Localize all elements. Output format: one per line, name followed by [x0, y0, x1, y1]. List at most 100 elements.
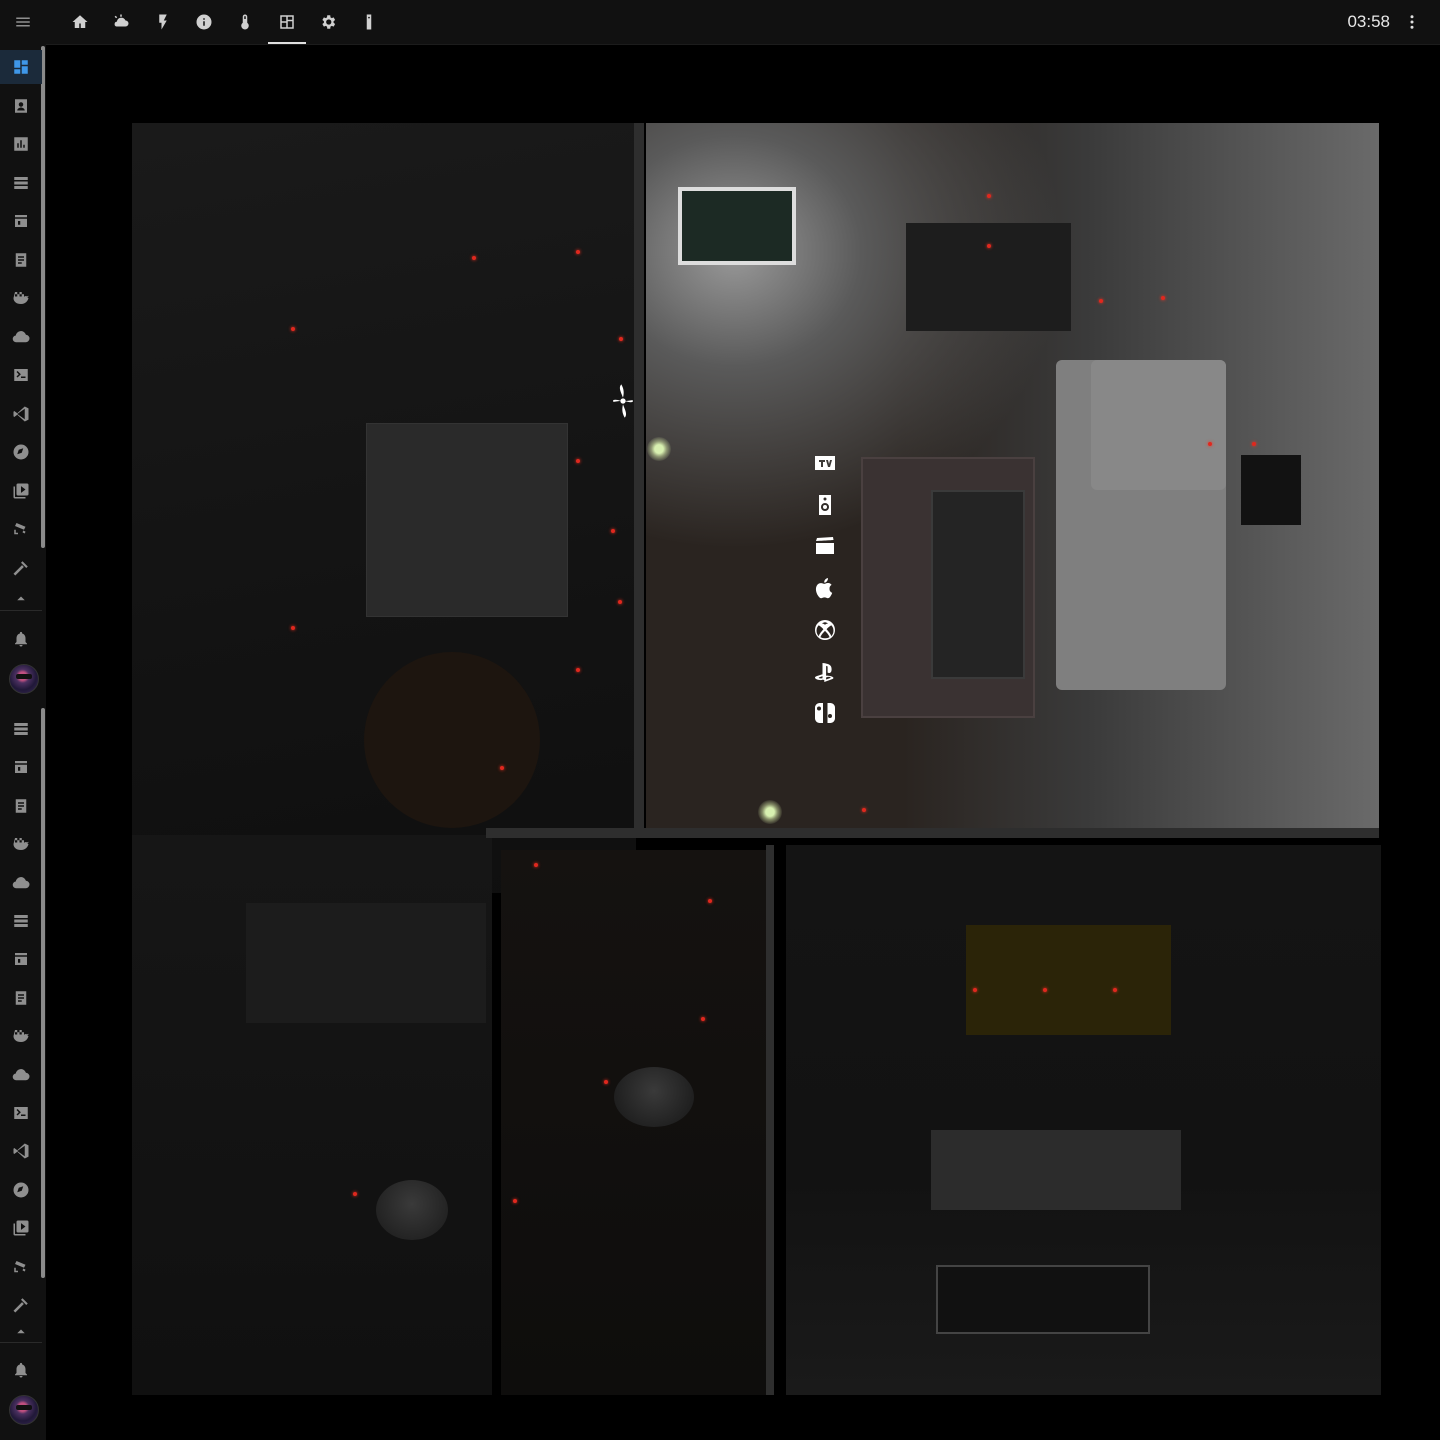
sidebar-item-vscode[interactable]	[0, 1134, 42, 1168]
store-icon	[15, 215, 27, 227]
settings-icon	[322, 15, 335, 29]
pendant-lamp[interactable]	[614, 1067, 694, 1127]
sidebar-item-log[interactable]	[0, 243, 42, 277]
sidebar-item-cloud[interactable]	[0, 320, 42, 354]
sensor-indicator[interactable]	[611, 529, 615, 533]
sensor-indicator[interactable]	[1043, 988, 1047, 992]
media-source-tv-button[interactable]	[812, 450, 838, 476]
avatar[interactable]	[9, 664, 39, 694]
sensor-indicator[interactable]	[973, 988, 977, 992]
sidebar-item-dashboard[interactable]	[0, 50, 42, 84]
compass-icon	[13, 1182, 29, 1198]
light-on-indicator[interactable]	[647, 437, 671, 461]
coffee-table	[931, 490, 1025, 679]
remote-icon	[366, 14, 372, 30]
sensor-indicator[interactable]	[1208, 442, 1212, 446]
sidebar-item-log[interactable]	[0, 981, 42, 1015]
light-on-indicator[interactable]	[758, 800, 782, 824]
sidebar-item-hammer[interactable]	[0, 551, 42, 585]
media-source-speaker-button[interactable]	[812, 492, 838, 518]
avatar[interactable]	[9, 1395, 39, 1425]
media-source-playstation-button[interactable]	[812, 659, 838, 685]
kitchen-counter	[246, 903, 486, 1023]
sensor-indicator[interactable]	[1113, 988, 1117, 992]
sensor-indicator[interactable]	[604, 1080, 608, 1084]
sidebar-item-compass[interactable]	[0, 1173, 42, 1207]
fan-icon[interactable]	[612, 381, 634, 421]
sidebar-item-compass[interactable]	[0, 435, 42, 469]
sensor-indicator[interactable]	[472, 256, 476, 260]
sidebar-item-hammer[interactable]	[0, 1288, 42, 1322]
sensor-indicator[interactable]	[513, 1199, 517, 1203]
sensor-indicator[interactable]	[701, 1017, 705, 1021]
sensor-indicator[interactable]	[353, 1192, 357, 1196]
sidebar-item-log[interactable]	[0, 789, 42, 823]
sidebar-item-person[interactable]	[0, 89, 42, 123]
chevron-up-icon[interactable]	[0, 1322, 42, 1340]
wall	[634, 123, 644, 835]
sensor-indicator[interactable]	[576, 250, 580, 254]
sidebar-item-media[interactable]	[0, 1211, 42, 1245]
sensor-indicator[interactable]	[534, 863, 538, 867]
sidebar-item-store[interactable]	[0, 750, 42, 784]
sidebar-item-docker[interactable]	[0, 1019, 42, 1053]
sidebar-item-docker[interactable]	[0, 827, 42, 861]
tab-energy[interactable]	[143, 0, 183, 44]
sidebar-item-server[interactable]	[0, 166, 42, 200]
sidebar-item-store[interactable]	[0, 942, 42, 976]
shelf	[931, 1130, 1181, 1210]
tab-weather[interactable]	[101, 0, 141, 44]
sensor-indicator[interactable]	[618, 600, 622, 604]
sensor-indicator[interactable]	[708, 899, 712, 903]
more-vert-icon[interactable]	[1402, 12, 1422, 32]
pendant-lamp[interactable]	[376, 1180, 448, 1240]
bell-icon[interactable]	[0, 622, 42, 656]
switch-icon	[815, 703, 835, 724]
sensor-indicator[interactable]	[987, 244, 991, 248]
media-source-movie-button[interactable]	[812, 533, 838, 559]
menu-icon[interactable]	[0, 0, 46, 44]
tv-cabinet	[906, 223, 1071, 331]
chevron-up-icon[interactable]	[0, 589, 42, 607]
compass-icon	[13, 444, 29, 460]
store-icon	[15, 953, 27, 966]
log-icon	[15, 252, 27, 267]
server-icon	[14, 723, 28, 735]
sidebar-item-cctv[interactable]	[0, 512, 42, 546]
sidebar-item-cctv[interactable]	[0, 1250, 42, 1284]
media-source-apple-button[interactable]	[812, 575, 838, 601]
sensor-indicator[interactable]	[576, 668, 580, 672]
sidebar-item-server[interactable]	[0, 712, 42, 746]
media-source-switch-button[interactable]	[812, 700, 838, 726]
sensor-indicator[interactable]	[500, 766, 504, 770]
sensor-indicator[interactable]	[1252, 442, 1256, 446]
sidebar-item-terminal[interactable]	[0, 358, 42, 392]
sidebar-item-docker[interactable]	[0, 281, 42, 315]
tab-floorplan[interactable]	[267, 0, 307, 44]
sidebar-item-chart[interactable]	[0, 127, 42, 161]
sensor-indicator[interactable]	[987, 194, 991, 198]
tab-thermometer[interactable]	[225, 0, 265, 44]
sensor-indicator[interactable]	[291, 327, 295, 331]
sidebar-item-vscode[interactable]	[0, 397, 42, 431]
sensor-indicator[interactable]	[1099, 299, 1103, 303]
playstation-icon	[815, 662, 834, 682]
bell-icon[interactable]	[0, 1353, 42, 1387]
sensor-indicator[interactable]	[862, 808, 866, 812]
tab-info[interactable]	[184, 0, 224, 44]
sidebar-item-terminal[interactable]	[0, 1096, 42, 1130]
sidebar-item-cloud[interactable]	[0, 866, 42, 900]
media-source-xbox-button[interactable]	[812, 617, 838, 643]
tab-settings[interactable]	[308, 0, 348, 44]
tab-home[interactable]	[60, 0, 100, 44]
sidebar-item-media[interactable]	[0, 474, 42, 508]
sidebar-item-cloud[interactable]	[0, 1058, 42, 1092]
floorplan-icon	[279, 15, 294, 29]
sidebar-item-store[interactable]	[0, 204, 42, 238]
sensor-indicator[interactable]	[291, 626, 295, 630]
sidebar-item-server[interactable]	[0, 904, 42, 938]
tab-remote[interactable]	[349, 0, 389, 44]
sensor-indicator[interactable]	[576, 459, 580, 463]
sensor-indicator[interactable]	[1161, 296, 1165, 300]
sensor-indicator[interactable]	[619, 337, 623, 341]
